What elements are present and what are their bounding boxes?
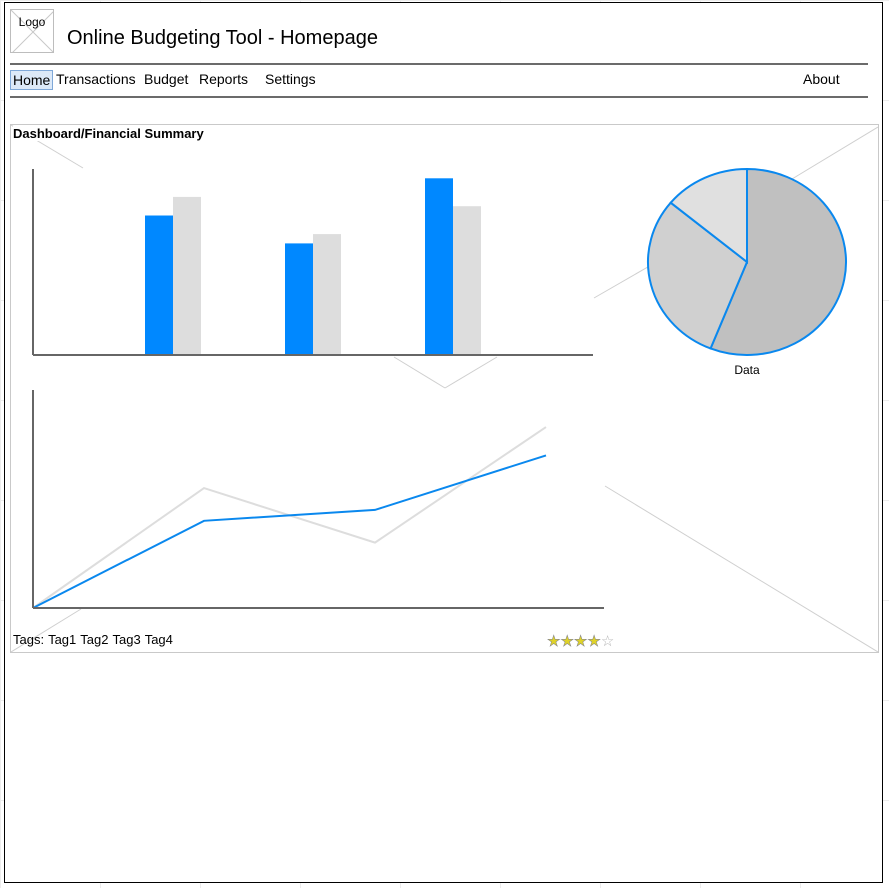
nav-item-about[interactable]: About: [803, 70, 840, 90]
nav-item-home[interactable]: Home: [10, 70, 54, 90]
tag-item[interactable]: Tag1: [48, 632, 76, 647]
bar: [453, 206, 481, 355]
bar: [173, 196, 201, 355]
nav-item-reports[interactable]: Reports: [199, 70, 248, 90]
nav-divider: [10, 96, 868, 98]
star-icon[interactable]: ★: [560, 633, 574, 651]
bar: [425, 178, 453, 355]
pie-chart: [647, 167, 847, 356]
tags-label: Tags:: [13, 632, 45, 647]
tag-item[interactable]: Tag4: [145, 632, 173, 647]
header-divider: [10, 63, 868, 65]
dashboard-title: Dashboard/Financial Summary: [13, 126, 206, 141]
tags-list: Tags: Tag1 Tag2 Tag3 Tag4: [13, 632, 173, 647]
star-icon[interactable]: ★: [587, 633, 601, 651]
star-icon[interactable]: ☆: [601, 633, 614, 650]
bar: [285, 243, 313, 355]
dashboard-panel: Dashboard/Financial Summary Data Tags: Ta…: [10, 124, 879, 653]
star-rating[interactable]: ★★★★☆: [547, 632, 615, 651]
tag-item[interactable]: Tag2: [80, 632, 108, 647]
pie-chart-label: Data: [734, 363, 760, 377]
line-chart: [32, 390, 604, 609]
bar: [145, 215, 173, 355]
logo-placeholder: Logo: [10, 9, 54, 53]
nav-item-transactions[interactable]: Transactions: [56, 70, 136, 90]
bar: [313, 234, 341, 355]
line-series: [32, 426, 547, 609]
nav-item-settings[interactable]: Settings: [265, 70, 316, 90]
star-icon[interactable]: ★: [547, 633, 561, 651]
bar-chart: [32, 169, 593, 356]
tag-item[interactable]: Tag3: [112, 632, 140, 647]
logo-text: Logo: [18, 15, 46, 29]
star-icon[interactable]: ★: [574, 633, 588, 651]
nav-item-budget[interactable]: Budget: [144, 70, 188, 90]
dashboard-charts: [11, 125, 878, 652]
page-title: Online Budgeting Tool - Homepage: [67, 27, 378, 49]
